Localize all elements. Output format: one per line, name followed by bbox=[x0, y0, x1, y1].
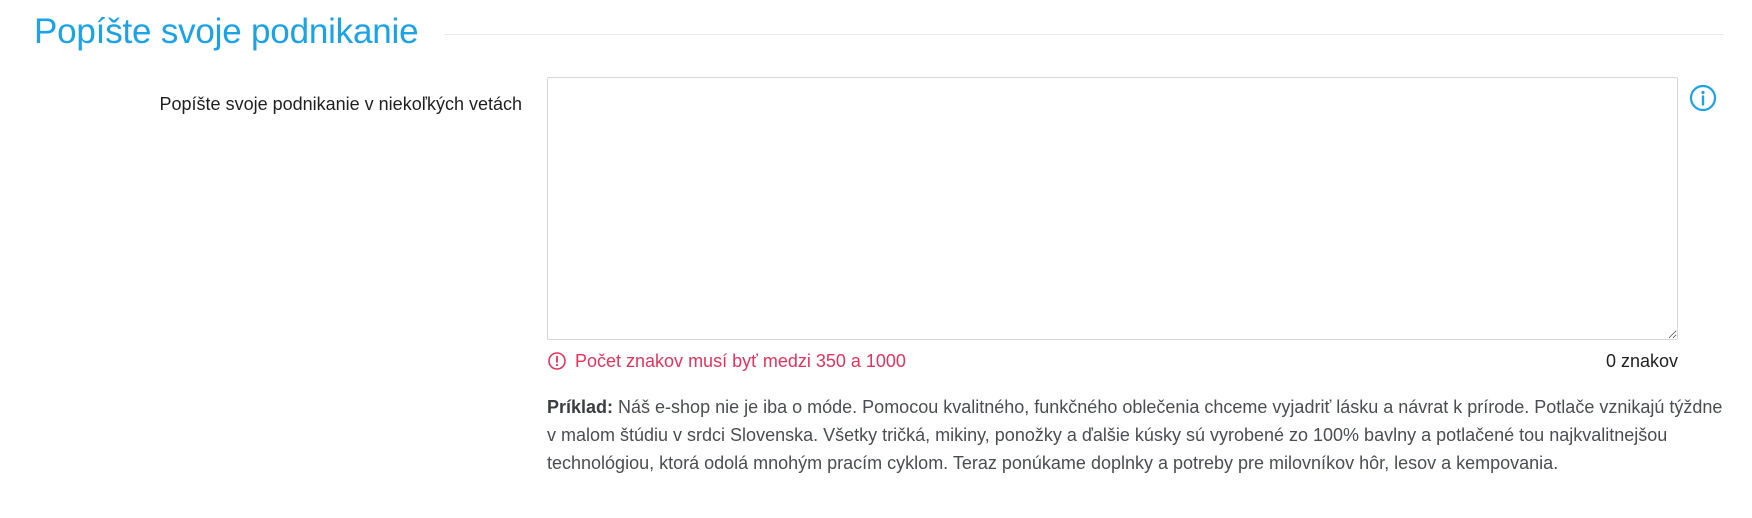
validation-error-text: Počet znakov musí byť medzi 350 a 1000 bbox=[575, 350, 906, 371]
example-text: Príklad: Náš e-shop nie je iba o móde. P… bbox=[547, 393, 1727, 477]
validation-error: Počet znakov musí byť medzi 350 a 1000 bbox=[547, 351, 906, 372]
example-label: Príklad: bbox=[547, 397, 614, 417]
section-title: Popíšte svoje podnikanie bbox=[34, 12, 419, 51]
description-label: Popíšte svoje podnikanie v niekoľkých ve… bbox=[159, 94, 522, 114]
info-icon[interactable] bbox=[1688, 83, 1718, 113]
section-header: Popíšte svoje podnikanie bbox=[34, 8, 1724, 56]
description-textarea[interactable] bbox=[547, 77, 1678, 340]
example-body: Náš e-shop nie je iba o móde. Pomocou kv… bbox=[547, 397, 1723, 473]
character-count: 0 znakov bbox=[1605, 350, 1678, 371]
validation-row: Počet znakov musí byť medzi 350 a 1000 0… bbox=[547, 349, 1678, 373]
header-divider bbox=[444, 33, 1724, 35]
alert-circle-icon bbox=[548, 352, 566, 370]
description-field-wrapper bbox=[547, 77, 1678, 340]
